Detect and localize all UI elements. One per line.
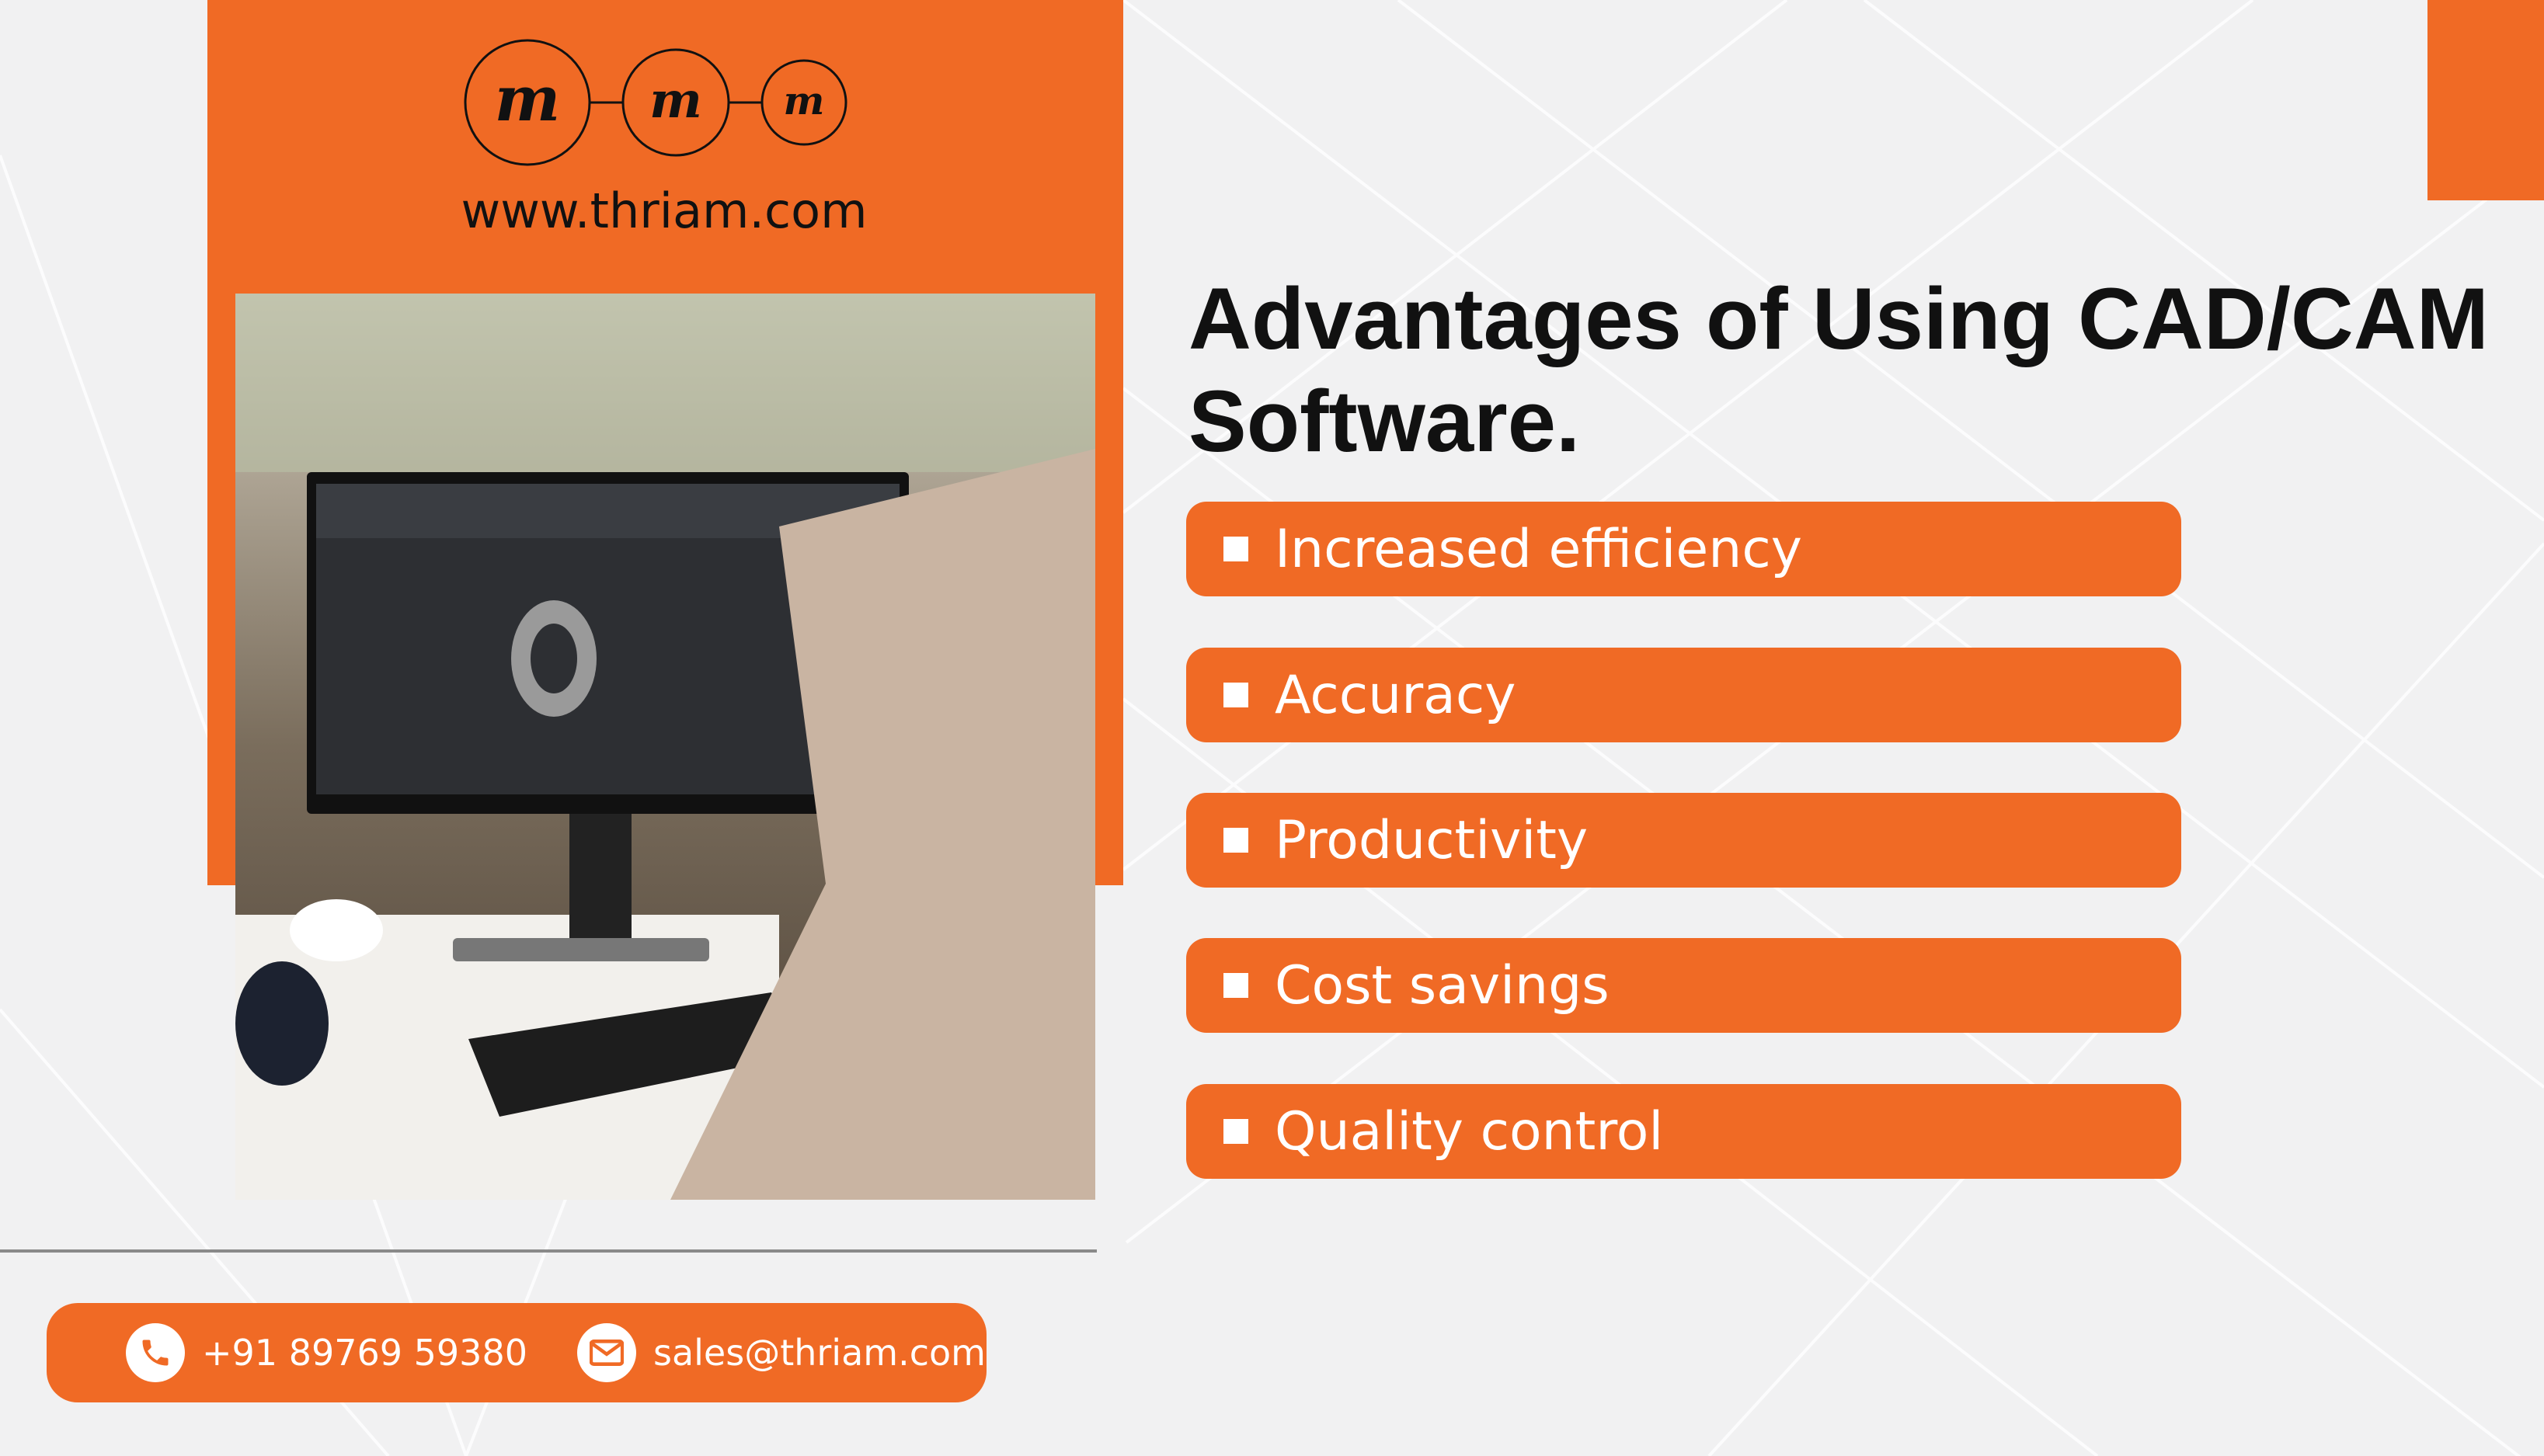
contact-bar: +91 89769 59380 sales@thriam.com bbox=[47, 1303, 987, 1402]
title-line-2: Software. bbox=[1188, 373, 1581, 470]
phone-number[interactable]: +91 89769 59380 bbox=[202, 1332, 527, 1374]
bullet-square-icon bbox=[1223, 683, 1248, 707]
email-address[interactable]: sales@thriam.com bbox=[653, 1332, 986, 1374]
advantage-item: Quality control bbox=[1186, 1084, 2181, 1179]
advantage-label: Accuracy bbox=[1275, 664, 1516, 726]
website-url[interactable]: www.thriam.com bbox=[419, 182, 909, 239]
bullet-square-icon bbox=[1223, 973, 1248, 998]
advantage-item: Productivity bbox=[1186, 793, 2181, 888]
thriam-logo: m m m bbox=[464, 39, 847, 166]
advantage-item: Accuracy bbox=[1186, 648, 2181, 742]
bullet-square-icon bbox=[1223, 1119, 1248, 1144]
svg-text:m: m bbox=[649, 71, 702, 130]
page-title: Advantages of Using CAD/CAM Software. bbox=[1188, 268, 2509, 473]
phone-icon bbox=[126, 1323, 185, 1382]
advantage-label: Productivity bbox=[1275, 809, 1589, 871]
svg-text:m: m bbox=[784, 78, 825, 123]
advantage-item: Increased efficiency bbox=[1186, 502, 2181, 596]
advantage-label: Cost savings bbox=[1275, 954, 1610, 1016]
mail-icon bbox=[577, 1323, 636, 1382]
svg-text:m: m bbox=[495, 62, 561, 135]
corner-accent bbox=[2427, 0, 2544, 200]
title-line-1: Advantages of Using CAD/CAM bbox=[1188, 270, 2489, 367]
divider bbox=[0, 1249, 1097, 1253]
advantage-label: Increased efficiency bbox=[1275, 518, 1802, 580]
advantage-label: Quality control bbox=[1275, 1100, 1664, 1162]
bullet-square-icon bbox=[1223, 828, 1248, 853]
advantage-item: Cost savings bbox=[1186, 938, 2181, 1033]
bullet-square-icon bbox=[1223, 537, 1248, 561]
cad-workstation-photo bbox=[235, 294, 1095, 1200]
